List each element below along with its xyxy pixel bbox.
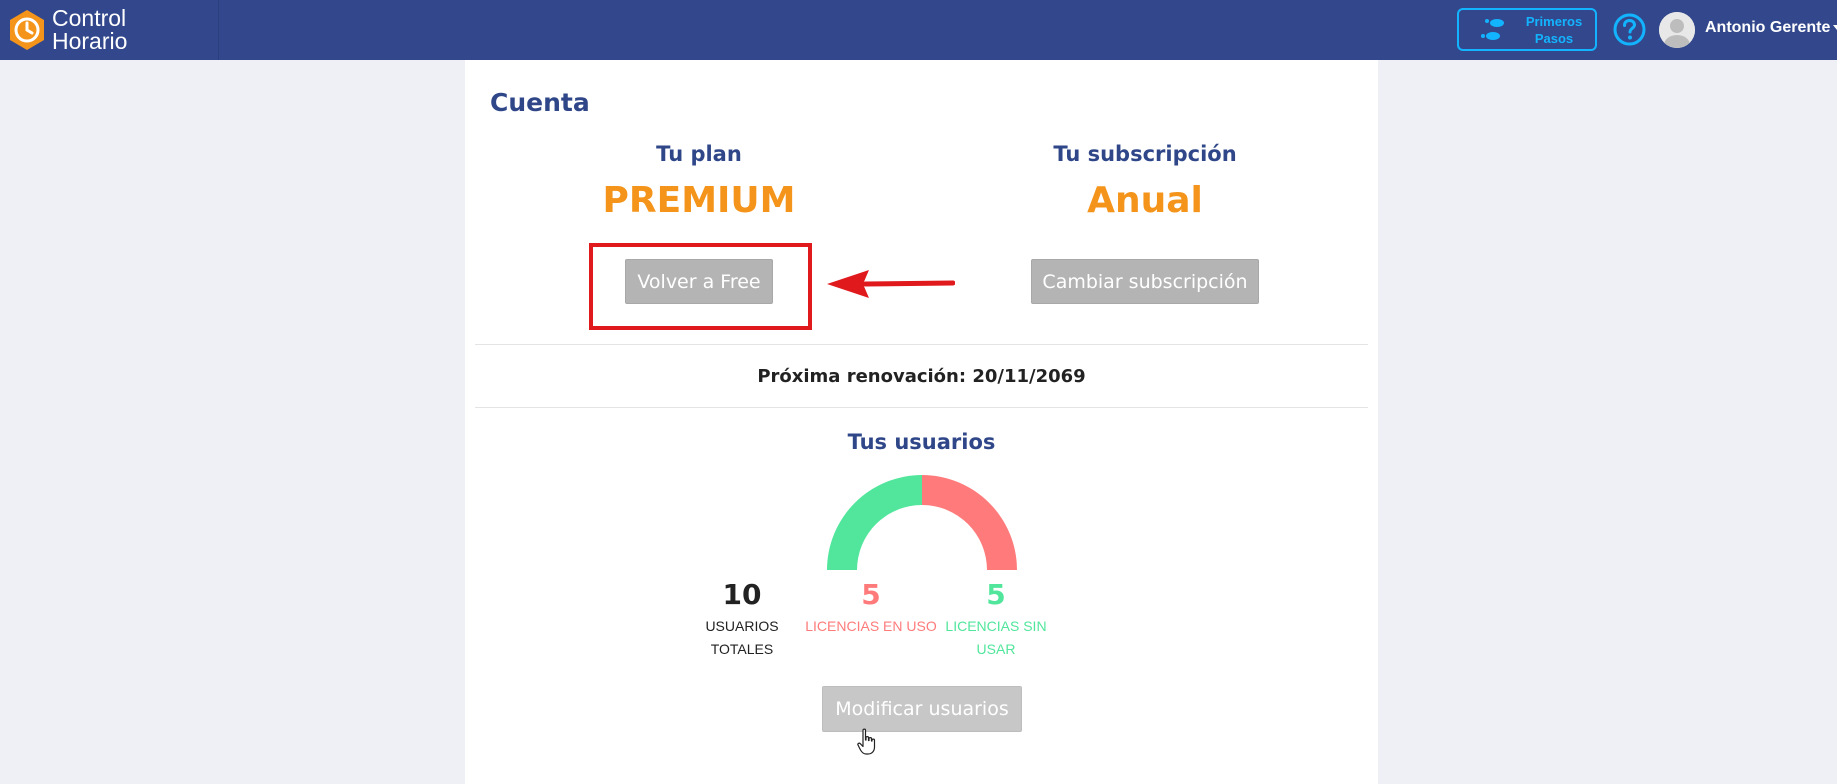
- licenses-in-use-stat: 5 LICENCIAS EN USO: [801, 579, 941, 638]
- highlight-box: [589, 243, 812, 330]
- renewal-date: Próxima renovación: 20/11/2069: [757, 366, 1086, 387]
- licenses-unused-count: 5: [986, 578, 1006, 611]
- footprints-icon: [1481, 18, 1504, 40]
- licenses-in-use-label: LICENCIAS EN USO: [805, 618, 937, 634]
- brand-line-2: Horario: [52, 28, 128, 54]
- help-icon[interactable]: [1613, 13, 1646, 46]
- licenses-unused-label: LICENCIAS SIN USAR: [945, 618, 1047, 657]
- total-users-count: 10: [722, 578, 762, 611]
- first-steps-button[interactable]: Primeros Pasos: [1457, 8, 1597, 51]
- licenses-gauge-chart: [827, 475, 1017, 570]
- brand-logo-link[interactable]: Control Horario: [8, 6, 127, 54]
- subscription-value: Anual: [1087, 180, 1203, 221]
- total-users-label: USUARIOS TOTALES: [705, 618, 779, 657]
- subscription-title: Tu subscripción: [1053, 142, 1237, 166]
- account-card: Cuenta Tu plan PREMIUM Volver a Free Tu …: [465, 60, 1378, 784]
- brand-divider: [218, 0, 219, 60]
- first-steps-label: Primeros Pasos: [1525, 13, 1583, 46]
- chevron-down-icon: [1833, 25, 1837, 31]
- modify-users-button[interactable]: Modificar usuarios: [822, 686, 1022, 732]
- user-avatar-icon: [1659, 12, 1695, 48]
- clock-logo-icon: [10, 10, 44, 50]
- section-divider-2: [475, 407, 1368, 408]
- gauge-unused-segment: [827, 475, 922, 570]
- user-name: Antonio Gerente: [1705, 19, 1831, 36]
- hand-pointer-cursor-icon: [857, 728, 876, 755]
- section-divider-1: [475, 344, 1368, 345]
- brand-line-1: Control: [52, 5, 127, 31]
- user-avatar[interactable]: [1659, 12, 1695, 48]
- user-menu-toggle[interactable]: Antonio Gerente: [1705, 19, 1837, 37]
- licenses-in-use-count: 5: [861, 578, 881, 611]
- brand-name: Control Horario: [52, 7, 127, 53]
- gauge-in-use-segment: [922, 475, 1017, 570]
- top-navigation-bar: Control Horario Primeros Pasos Antonio G…: [0, 0, 1837, 60]
- licenses-unused-stat: 5 LICENCIAS SIN USAR: [941, 579, 1051, 661]
- arrow-left-icon: [827, 270, 955, 298]
- users-title: Tus usuarios: [847, 430, 996, 454]
- total-users-stat: 10 USUARIOS TOTALES: [682, 579, 802, 661]
- change-subscription-button[interactable]: Cambiar subscripción: [1031, 259, 1259, 304]
- plan-title: Tu plan: [656, 142, 742, 166]
- page-title: Cuenta: [490, 88, 590, 117]
- plan-value: PREMIUM: [602, 180, 796, 221]
